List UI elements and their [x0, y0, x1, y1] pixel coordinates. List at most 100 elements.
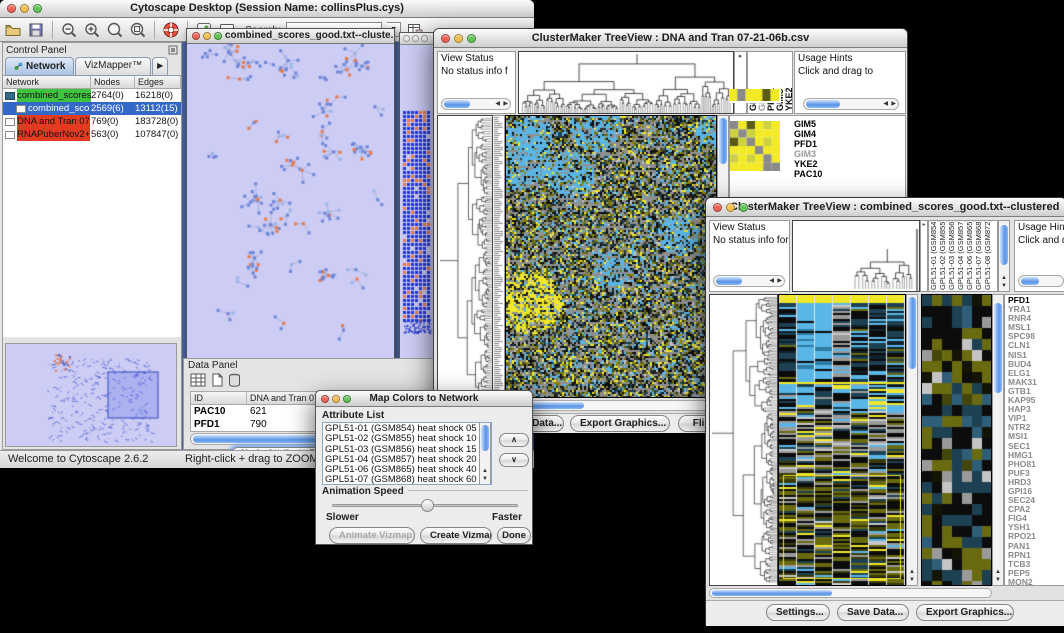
- scroll-up-icon[interactable]: ▲: [907, 569, 917, 576]
- scrollbar-thumb[interactable]: [994, 303, 1002, 393]
- scroll-left-icon[interactable]: ◀: [495, 100, 500, 109]
- treeview1-column-dendrogram[interactable]: [518, 51, 734, 114]
- treeview2-heatmap[interactable]: [778, 294, 906, 586]
- treeview2-column-dendrogram[interactable]: [792, 220, 920, 292]
- close-icon[interactable]: [713, 203, 722, 212]
- column-label[interactable]: GPL51-03 (GSM856): [947, 222, 956, 290]
- float-panel-icon[interactable]: [168, 45, 178, 55]
- treeview1-correlation-matrix[interactable]: [730, 121, 780, 171]
- scroll-up-icon[interactable]: ▲: [999, 275, 1009, 282]
- scroll-down-icon[interactable]: ▼: [999, 283, 1009, 290]
- scroll-right-icon[interactable]: ▶: [503, 100, 508, 109]
- minimize-icon[interactable]: [332, 395, 340, 403]
- close-icon[interactable]: [441, 34, 450, 43]
- scroll-up-icon[interactable]: ▲: [480, 468, 490, 475]
- scroll-left-icon[interactable]: ◀: [883, 100, 888, 109]
- help-lifebuoy-icon[interactable]: [162, 21, 180, 39]
- scroll-down-icon[interactable]: ▼: [480, 476, 490, 483]
- scroll-left-icon[interactable]: ◀: [769, 277, 774, 286]
- column-label[interactable]: GPL51-07 (GSM868): [974, 222, 983, 290]
- zoom-window-icon[interactable]: [214, 32, 222, 40]
- minimize-icon[interactable]: [412, 35, 419, 42]
- tab-vizmapper[interactable]: VizMapper™: [75, 57, 151, 75]
- settings-button[interactable]: Settings...: [766, 604, 830, 621]
- save-data-button[interactable]: Save Data...: [837, 604, 909, 621]
- disclosure-icon[interactable]: ▸: [735, 52, 746, 60]
- gene-label[interactable]: GIM5: [794, 119, 822, 129]
- usage-hints-scrollbar[interactable]: ◀ ▶: [803, 98, 899, 110]
- close-icon[interactable]: [321, 395, 329, 403]
- usage-hints-scrollbar[interactable]: [1018, 275, 1064, 287]
- scrollbar-thumb[interactable]: [1021, 277, 1039, 285]
- zoom-in-icon[interactable]: [83, 21, 101, 39]
- network-view-canvas[interactable]: [187, 44, 394, 367]
- zoom-window-icon[interactable]: [467, 34, 476, 43]
- zoom-out-icon[interactable]: [60, 21, 78, 39]
- treeview1-heatmap[interactable]: [505, 115, 717, 398]
- network-table-row[interactable]: combined_scores 2764(0) 16218(0): [3, 89, 181, 102]
- attribute-list-scrollbar[interactable]: ▲ ▼: [479, 423, 491, 484]
- column-label[interactable]: GPL51-04 (GSM857): [956, 222, 965, 290]
- zoom-window-icon[interactable]: [421, 35, 428, 42]
- gene-label[interactable]: GIM4: [794, 129, 822, 139]
- scroll-right-icon[interactable]: ▶: [891, 100, 896, 109]
- treeview2-row-dendrogram[interactable]: [709, 294, 778, 586]
- export-graphics-button[interactable]: Export Graphics...: [916, 604, 1014, 621]
- gene-label[interactable]: PAC10: [794, 169, 822, 179]
- scrollbar-thumb[interactable]: [908, 297, 916, 369]
- network-table-row[interactable]: combined_sco 2569(6) 13112(15): [3, 102, 181, 115]
- animation-speed-slider[interactable]: [332, 504, 518, 507]
- close-icon[interactable]: [403, 35, 410, 42]
- col-edges[interactable]: Edges: [135, 76, 181, 88]
- network-table-row[interactable]: DNA and Tran 07 769(0) 183728(0): [3, 115, 181, 128]
- new-attribute-icon[interactable]: [210, 373, 224, 387]
- save-icon[interactable]: [27, 21, 45, 39]
- disclosure-icon[interactable]: ▸: [921, 221, 927, 228]
- network-table-row[interactable]: RNAPuberNov2+ 563(0) 107847(0): [3, 128, 181, 141]
- column-label[interactable]: GPL51-06 (GSM865): [965, 222, 974, 290]
- minimize-icon[interactable]: [203, 32, 211, 40]
- treeview1-row-dendrogram[interactable]: [437, 115, 493, 398]
- scroll-down-icon[interactable]: ▼: [907, 577, 917, 584]
- gene-label[interactable]: MON2: [1008, 578, 1064, 586]
- treeview1-column-splitter[interactable]: ▸: [734, 51, 747, 114]
- scrollbar-thumb[interactable]: [712, 590, 832, 596]
- slider-thumb[interactable]: [421, 499, 434, 512]
- attribute-table-icon[interactable]: [190, 373, 206, 387]
- treeview2-zoom-vscrollbar[interactable]: ▲ ▼: [992, 294, 1004, 586]
- zoom-window-icon[interactable]: [343, 395, 351, 403]
- scrollbar-thumb[interactable]: [1000, 225, 1008, 265]
- treeview2-vscrollbar[interactable]: ▲ ▼: [906, 294, 918, 586]
- view-status-scrollbar[interactable]: ◀ ▶: [441, 98, 511, 110]
- scrollbar-thumb[interactable]: [526, 402, 584, 409]
- col-network[interactable]: Network: [3, 76, 91, 88]
- scrollbar-thumb[interactable]: [444, 100, 470, 108]
- treeview2-hscrollbar[interactable]: [709, 588, 992, 598]
- delete-attribute-icon[interactable]: [228, 373, 241, 387]
- column-label[interactable]: GPL51-02 (GSM855): [938, 222, 947, 290]
- dialog-titlebar[interactable]: Map Colors to Network: [316, 391, 532, 407]
- scrollbar-thumb[interactable]: [716, 277, 742, 285]
- scroll-down-icon[interactable]: ▼: [993, 577, 1003, 584]
- scrollbar-thumb[interactable]: [806, 100, 840, 108]
- zoom-window-icon[interactable]: [33, 4, 42, 13]
- treeview2-titlebar[interactable]: ClusterMaker TreeView : combined_scores_…: [706, 198, 1064, 217]
- scrollbar-thumb[interactable]: [481, 425, 489, 451]
- treeview2-collabel-scrollbar[interactable]: ▲ ▼: [998, 220, 1010, 292]
- minimize-icon[interactable]: [726, 203, 735, 212]
- export-graphics-button[interactable]: Export Graphics...: [570, 415, 670, 432]
- scroll-up-icon[interactable]: ▲: [993, 569, 1003, 576]
- close-icon[interactable]: [192, 32, 200, 40]
- zoom-fit-icon[interactable]: [129, 21, 147, 39]
- scrollbar-thumb[interactable]: [719, 118, 727, 164]
- tab-network[interactable]: Network: [5, 57, 74, 75]
- cytoscape-titlebar[interactable]: Cytoscape Desktop (Session Name: collins…: [0, 0, 534, 18]
- treeview2-zoom-heatmap[interactable]: [921, 294, 992, 586]
- create-vizmap-button[interactable]: Create Vizmap: [420, 527, 492, 544]
- column-label[interactable]: GPL51-08 (GSM872): [983, 222, 992, 290]
- minimize-icon[interactable]: [454, 34, 463, 43]
- move-up-button[interactable]: ∧: [499, 433, 529, 447]
- treeview1-titlebar[interactable]: ClusterMaker TreeView : DNA and Tran 07-…: [434, 29, 907, 48]
- treeview2-column-splitter[interactable]: ▸: [920, 220, 928, 292]
- scroll-right-icon[interactable]: ▶: [777, 277, 782, 286]
